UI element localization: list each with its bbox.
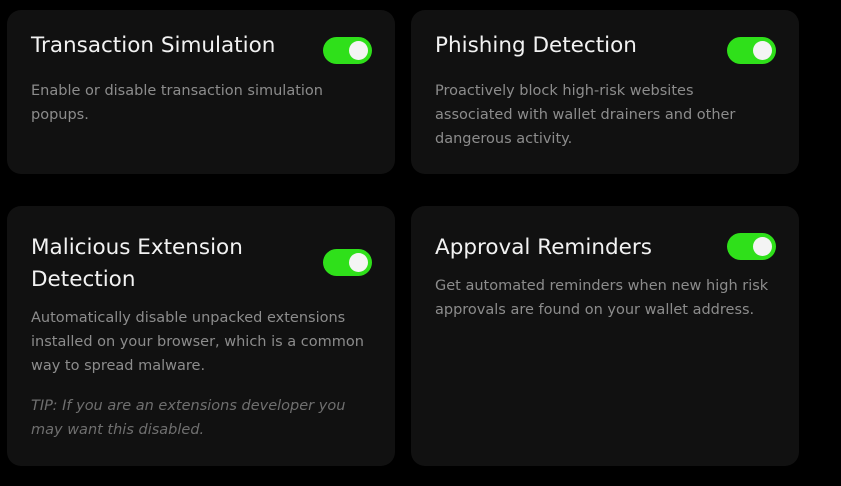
setting-card-malicious-extension-detection: Malicious Extension Detection Automatica…: [7, 206, 395, 466]
toggle-knob: [753, 237, 772, 256]
toggle-knob: [349, 41, 368, 60]
malicious-extension-detection-toggle[interactable]: [323, 249, 372, 276]
setting-title: Phishing Detection: [435, 33, 637, 58]
toggle-knob: [753, 41, 772, 60]
setting-tip: TIP: If you are an extensions developer …: [31, 398, 346, 438]
setting-description: Enable or disable transaction simulation…: [31, 83, 323, 123]
setting-title: Transaction Simulation: [31, 33, 276, 58]
setting-card-phishing-detection: Phishing Detection Proactively block hig…: [411, 10, 799, 174]
transaction-simulation-toggle[interactable]: [323, 37, 372, 64]
setting-title: Malicious Extension Detection: [31, 235, 243, 292]
setting-description: Proactively block high-risk websites ass…: [435, 83, 736, 147]
setting-card-transaction-simulation: Transaction Simulation Enable or disable…: [7, 10, 395, 174]
setting-description: Automatically disable unpacked extension…: [31, 310, 364, 374]
phishing-detection-toggle[interactable]: [727, 37, 776, 64]
toggle-knob: [349, 253, 368, 272]
setting-description: Get automated reminders when new high ri…: [435, 278, 769, 318]
setting-card-approval-reminders: Approval Reminders Get automated reminde…: [411, 206, 799, 466]
approval-reminders-toggle[interactable]: [727, 233, 776, 260]
settings-grid: Transaction Simulation Enable or disable…: [0, 0, 841, 486]
setting-title: Approval Reminders: [435, 235, 652, 260]
